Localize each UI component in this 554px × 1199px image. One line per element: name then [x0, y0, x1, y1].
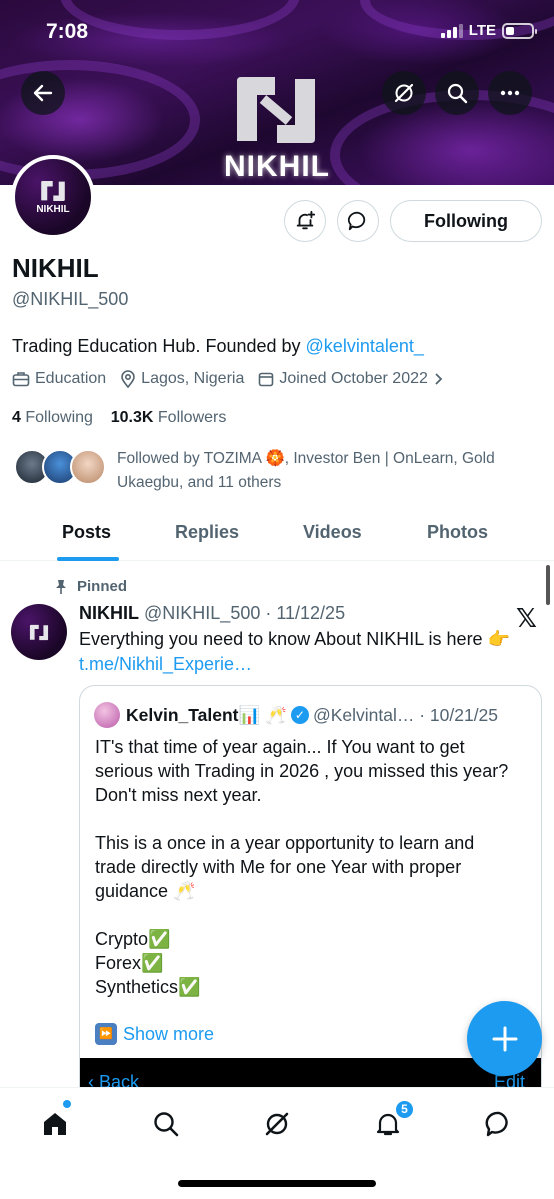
- active-tab-indicator: [57, 557, 119, 561]
- battery-icon: [502, 22, 537, 39]
- bio-mention-link[interactable]: @kelvintalent_: [306, 336, 424, 356]
- home-indicator[interactable]: [178, 1180, 376, 1187]
- grok-button[interactable]: [382, 71, 426, 115]
- quoted-post-body: IT's that time of year again... If You w…: [95, 737, 509, 997]
- meta-location: Lagos, Nigeria: [120, 370, 244, 388]
- bell-plus-icon: [296, 210, 316, 230]
- follower-avatar: [70, 449, 106, 485]
- category-label: Education: [35, 370, 107, 387]
- notifications-toggle-button[interactable]: [284, 200, 326, 242]
- scrollbar[interactable]: [546, 565, 550, 605]
- pinned-label: Pinned: [55, 578, 127, 595]
- profile-tabs: Posts Replies Videos Photos: [0, 505, 554, 561]
- followed-by-avatars[interactable]: [14, 449, 106, 485]
- banner-logo-icon: [237, 77, 315, 143]
- following-count-link[interactable]: 4 Following: [12, 409, 93, 426]
- tab-videos[interactable]: Videos: [303, 522, 362, 543]
- followed-by-text[interactable]: Followed by TOZIMA 🏵️, Investor Ben | On…: [117, 447, 537, 495]
- signal-icon: [440, 23, 463, 38]
- home-icon: [44, 1113, 66, 1135]
- followers-count-link[interactable]: 10.3K Followers: [111, 409, 227, 426]
- grok-icon: [265, 1112, 289, 1136]
- location-label: Lagos, Nigeria: [141, 370, 245, 387]
- profile-meta: Education Lagos, Nigeria Joined October …: [12, 370, 457, 388]
- quoted-author-meta: @Kelvintal… · 10/21/25: [312, 704, 499, 725]
- show-more-link[interactable]: ⏩ Show more: [95, 1023, 214, 1045]
- chat-bubble-icon: [485, 1111, 508, 1137]
- back-button[interactable]: [21, 71, 65, 115]
- profile-bio: Trading Education Hub. Founded by @kelvi…: [12, 336, 424, 357]
- fast-forward-icon: ⏩: [95, 1023, 117, 1045]
- quoted-author-avatar: [94, 702, 120, 728]
- post-link[interactable]: t.me/Nikhil_Experie…: [79, 652, 549, 677]
- search-icon: [154, 1112, 179, 1137]
- post-author-name[interactable]: NIKHIL: [79, 603, 139, 623]
- verified-badge-icon: ✓: [290, 706, 309, 724]
- meta-category: Education: [12, 370, 106, 388]
- quoted-author-name: Kelvin_Talent📊 🥂: [126, 704, 287, 725]
- nav-home[interactable]: [37, 1106, 73, 1142]
- chevron-right-icon: [435, 373, 443, 385]
- profile-handle: @NIKHIL_500: [12, 289, 129, 309]
- joined-label: Joined October 2022: [279, 370, 428, 387]
- more-options-button[interactable]: [488, 71, 532, 115]
- meta-joined[interactable]: Joined October 2022: [258, 370, 443, 388]
- status-time: 7:08: [46, 20, 89, 43]
- profile-avatar[interactable]: NIKHIL: [11, 155, 95, 239]
- tab-replies[interactable]: Replies: [175, 522, 239, 543]
- pin-icon: [56, 579, 66, 594]
- home-unread-dot: [63, 1100, 71, 1108]
- calendar-icon: [259, 372, 274, 387]
- avatar-text: NIKHIL: [36, 203, 70, 215]
- avatar-logo-icon: [29, 624, 49, 640]
- quoted-post-header: Kelvin_Talent📊 🥂 ✓ @Kelvintal… · 10/21/2…: [94, 702, 498, 728]
- banner-logo-word: NIKHIL: [224, 150, 330, 183]
- bio-text: Trading Education Hub. Founded by: [12, 336, 306, 356]
- search-icon: [447, 83, 468, 104]
- follow-counts: 4 Following 10.3K Followers: [12, 409, 226, 427]
- post-header: NIKHIL @NIKHIL_500 · 11/12/25: [79, 603, 345, 624]
- status-indicators: LTE: [440, 22, 537, 39]
- plus-icon: [492, 1026, 517, 1051]
- nav-grok[interactable]: [259, 1106, 295, 1142]
- more-dots-icon: [500, 90, 520, 96]
- nav-explore[interactable]: [148, 1106, 184, 1142]
- post-author-avatar[interactable]: [11, 604, 67, 660]
- location-pin-icon: [121, 370, 135, 388]
- post-body: Everything you need to know About NIKHIL…: [79, 629, 510, 649]
- chat-bubble-icon: [347, 211, 366, 231]
- avatar-logo-icon: [41, 180, 65, 201]
- message-button[interactable]: [337, 200, 379, 242]
- nav-messages[interactable]: [481, 1106, 517, 1142]
- post-text: Everything you need to know About NIKHIL…: [79, 627, 549, 677]
- profile-name: NIKHIL: [12, 253, 99, 283]
- post-author-meta: @NIKHIL_500 · 11/12/25: [144, 603, 346, 623]
- tab-posts[interactable]: Posts: [62, 522, 111, 543]
- network-label: LTE: [468, 22, 496, 39]
- tab-photos[interactable]: Photos: [427, 522, 488, 543]
- briefcase-icon: [12, 372, 30, 387]
- grok-icon: [394, 83, 414, 103]
- notification-badge: 5: [394, 1099, 415, 1120]
- arrow-left-icon: [33, 84, 53, 102]
- search-button[interactable]: [435, 71, 479, 115]
- compose-post-button[interactable]: [467, 1001, 542, 1076]
- following-button[interactable]: Following: [390, 200, 542, 242]
- status-bar: 7:08 LTE: [0, 0, 554, 60]
